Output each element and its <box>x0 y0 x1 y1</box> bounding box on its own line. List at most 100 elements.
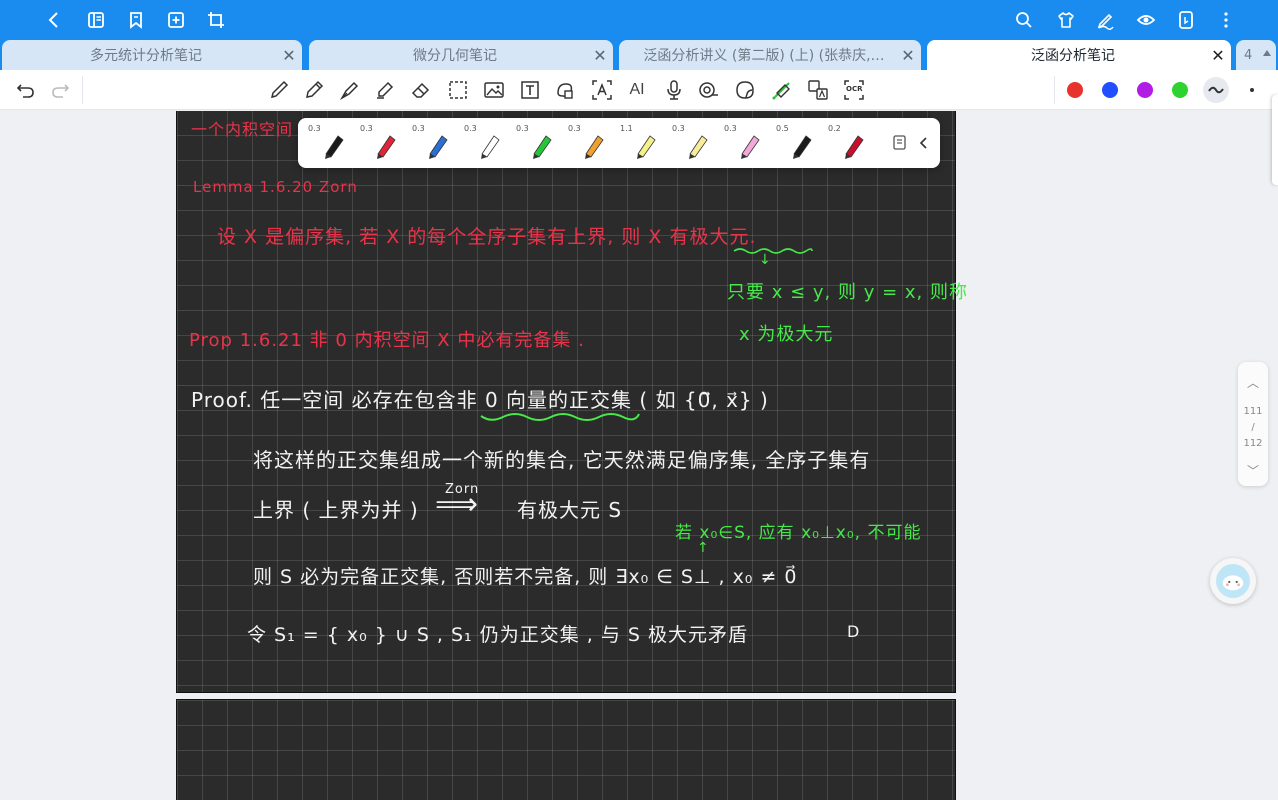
green-arrow-up: ↑ <box>697 540 710 556</box>
text-box-icon[interactable] <box>518 78 542 102</box>
maximal-element-note-2: x 为极大元 <box>739 324 834 345</box>
search-icon[interactable] <box>1012 8 1036 32</box>
page-separator: / <box>1251 422 1255 433</box>
tape-icon[interactable] <box>697 78 721 102</box>
close-icon[interactable]: ✕ <box>587 40 613 70</box>
sidebar-icon[interactable] <box>84 8 108 32</box>
bookmark-icon[interactable] <box>124 8 148 32</box>
pen-preset[interactable]: 1.1 <box>618 118 668 168</box>
top-bar <box>0 0 1278 40</box>
green-arrow-down: ↓ <box>759 252 772 268</box>
pen-preset[interactable]: 0.3 <box>462 118 512 168</box>
add-page-icon[interactable] <box>164 8 188 32</box>
page-down-icon[interactable]: ﹀ <box>1238 462 1268 479</box>
close-icon[interactable]: ✕ <box>895 40 921 70</box>
lasso-icon[interactable] <box>446 78 470 102</box>
color-green-swatch[interactable] <box>1172 82 1188 98</box>
ai-label: AI <box>629 81 645 98</box>
tab-multivariate-stats[interactable]: 多元统计分析笔记 ✕ <box>2 40 302 70</box>
tab-title: 泛函分析笔记 <box>1031 48 1115 64</box>
laser-pointer-icon[interactable] <box>770 78 794 102</box>
assistant-button[interactable] <box>1210 558 1256 604</box>
color-red-swatch[interactable] <box>1067 82 1083 98</box>
translate-icon[interactable] <box>806 78 830 102</box>
tab-differential-geometry[interactable]: 微分几何笔记 ✕ <box>309 40 613 70</box>
side-panel-handle[interactable] <box>1272 95 1278 185</box>
next-note-page[interactable] <box>176 699 956 800</box>
ai-icon[interactable]: AI <box>625 78 649 102</box>
stroke-width-icon[interactable] <box>1240 78 1264 102</box>
proof-line-3b: 有极大元 S <box>517 498 623 522</box>
undo-icon[interactable] <box>14 78 38 102</box>
microphone-icon[interactable] <box>662 78 686 102</box>
pen-preset[interactable]: 0.3 <box>566 118 616 168</box>
pen-preset[interactable]: 0.3 <box>306 118 356 168</box>
crop-icon[interactable] <box>204 8 228 32</box>
pen-icon <box>845 135 864 159</box>
eraser-icon[interactable] <box>409 78 433 102</box>
pen-preset[interactable]: 0.3 <box>722 118 772 168</box>
pencil-icon[interactable] <box>302 78 326 102</box>
pen-icon[interactable] <box>267 78 291 102</box>
wavy-underline <box>733 248 813 254</box>
proof-line-1: Proof. 任一空间 必存在包含非 0 向量的正交集 ( 如 {0⃗, x⃗}… <box>191 388 769 412</box>
collapse-chevron-icon[interactable] <box>916 133 932 153</box>
ocr-text-icon[interactable] <box>590 78 614 102</box>
tab-functional-analysis-notes[interactable]: 泛函分析笔记 ✕ <box>927 40 1231 70</box>
color-purple-swatch[interactable] <box>1137 82 1153 98</box>
pen-icon <box>793 135 812 159</box>
pen-picker: 0.3 0.3 0.3 0.3 0.3 0.3 1.1 0.3 0.3 0.5 0.2 <box>298 118 940 168</box>
pen-settings-icon[interactable] <box>1094 8 1118 32</box>
pen-icon <box>377 135 396 159</box>
close-icon[interactable]: ✕ <box>276 40 302 70</box>
qed-mark: D <box>847 622 861 641</box>
fountain-pen-icon[interactable] <box>338 78 362 102</box>
page-up-icon[interactable]: ︿ <box>1238 374 1268 391</box>
maximal-element-note-1: 只要 x ≤ y, 则 y = x, 则称 <box>727 282 968 303</box>
highlighter-icon[interactable] <box>373 78 397 102</box>
zorn-implies-arrow: ⟹ <box>435 487 480 522</box>
view-icon[interactable] <box>1134 8 1158 32</box>
close-icon[interactable]: ✕ <box>1205 40 1231 70</box>
theme-icon[interactable] <box>1054 8 1078 32</box>
back-icon[interactable] <box>42 8 66 32</box>
shape-icon[interactable] <box>553 78 577 102</box>
stroke-style-icon[interactable] <box>1203 77 1229 103</box>
pen-icon <box>585 135 604 159</box>
more-icon[interactable] <box>1214 8 1238 32</box>
contradiction-note: 若 x₀∈S, 应有 x₀⊥x₀, 不可能 <box>675 523 922 543</box>
total-pages: 112 <box>1243 438 1263 449</box>
color-blue-swatch[interactable] <box>1102 82 1118 98</box>
tab-list-icon <box>1263 50 1272 56</box>
pen-preset[interactable]: 0.3 <box>670 118 720 168</box>
pen-preset[interactable]: 0.2 <box>826 118 876 168</box>
note-canvas[interactable]: 一个内积空间 …… Lemma 1.6.20 Zorn 设 X 是偏序集, 若 … <box>0 111 1278 800</box>
tab-title: 微分几何笔记 <box>413 48 497 64</box>
pen-icon <box>533 135 552 159</box>
ocr-icon[interactable]: OCR <box>842 78 866 102</box>
proof-line-2: 将这样的正交集组成一个新的集合, 它天然满足偏序集, 全序子集有 <box>253 448 871 472</box>
tab-count-button[interactable]: 4 <box>1236 40 1276 70</box>
tab-count: 4 <box>1244 47 1253 63</box>
tab-functional-analysis-lectures[interactable]: 泛函分析讲义 (第二版) (上) (张恭庆,… ✕ <box>619 40 921 70</box>
pen-preset[interactable]: 0.3 <box>410 118 460 168</box>
current-page: 111 <box>1243 406 1263 417</box>
prop-statement: Prop 1.6.21 非 0 内积空间 X 中必有完备集 . <box>189 330 585 351</box>
note-page[interactable]: 一个内积空间 …… Lemma 1.6.20 Zorn 设 X 是偏序集, 若 … <box>176 111 967 693</box>
device-icon[interactable] <box>1174 8 1198 32</box>
pen-icon <box>741 135 760 159</box>
image-icon[interactable] <box>482 78 506 102</box>
lemma-statement: 设 X 是偏序集, 若 X 的每个全序子集有上界, 则 X 有极大元. <box>217 226 757 248</box>
tab-bar: 多元统计分析笔记 ✕ 微分几何笔记 ✕ 泛函分析讲义 (第二版) (上) (张恭… <box>0 40 1278 70</box>
pen-preset[interactable]: 0.5 <box>774 118 824 168</box>
pen-preset[interactable]: 0.3 <box>514 118 564 168</box>
pen-preset[interactable]: 0.3 <box>358 118 408 168</box>
tool-bar: AI OCR <box>0 70 1278 110</box>
redo-icon[interactable] <box>48 78 72 102</box>
page-navigator: ︿ 111 / 112 ﹀ <box>1238 362 1268 486</box>
sticker-icon[interactable] <box>733 78 757 102</box>
pen-icon <box>481 135 500 159</box>
pen-icon <box>637 135 656 159</box>
pen-list-icon[interactable] <box>890 133 910 153</box>
proof-line-4: 则 S 必为完备正交集, 否则若不完备, 则 ∃x₀ ∈ S⊥ , x₀ ≠ 0… <box>253 566 798 588</box>
